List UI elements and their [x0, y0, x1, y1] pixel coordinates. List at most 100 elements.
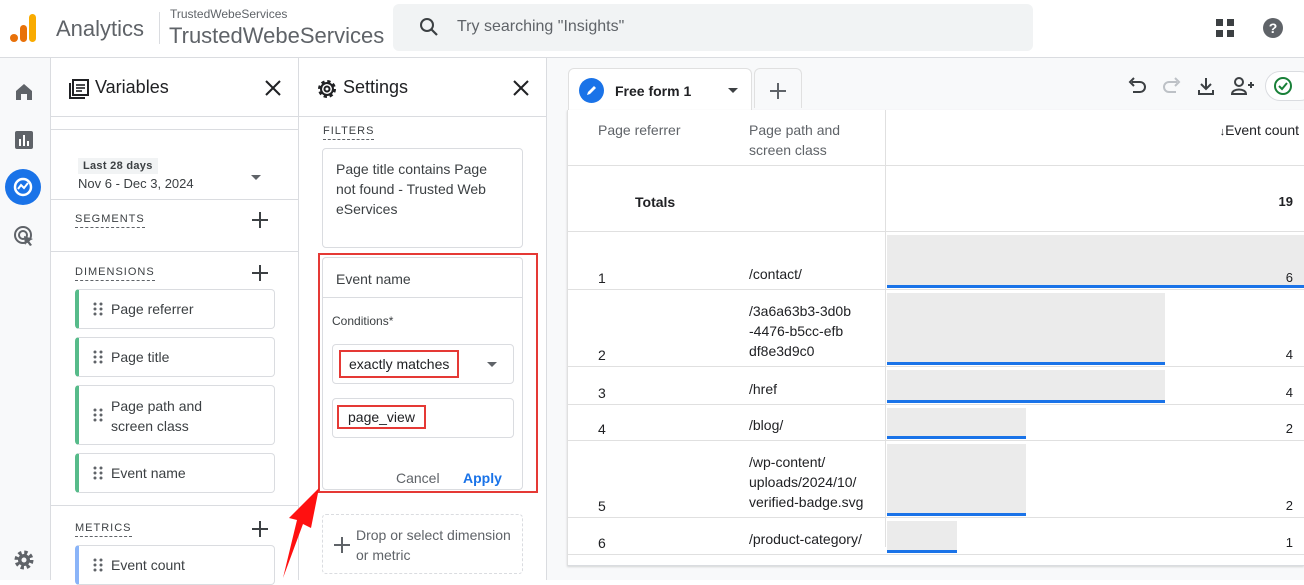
segments-label: SEGMENTS — [75, 213, 145, 228]
divider — [51, 117, 298, 130]
apply-button[interactable]: Apply — [463, 470, 502, 486]
settings-panel: Settings FILTERS Page title contains Pag… — [299, 58, 547, 580]
existing-filter-chip[interactable]: Page title contains Page not found - Tru… — [322, 148, 523, 248]
condition-value: page_view — [337, 405, 426, 429]
dimension-chip-page-referrer[interactable]: Page referrer — [75, 289, 275, 329]
table-row[interactable]: 3/href 4 — [568, 368, 1304, 405]
page-path-cell: /3a6a63b3-3d0b -4476-b5cc-efb df8e3d9c0 — [749, 303, 851, 359]
share-add-user-icon[interactable] — [1230, 75, 1256, 97]
date-range-picker[interactable]: Last 28 days Nov 6 - Dec 3, 2024 — [51, 130, 298, 200]
account-name[interactable]: TrustedWebeServices — [170, 7, 287, 21]
redo-icon[interactable] — [1161, 75, 1183, 97]
value-bar — [887, 370, 1165, 403]
condition-operator-select[interactable]: exactly matches — [332, 344, 514, 384]
drop-dimension-or-metric-zone[interactable]: Drop or select dimension or metric — [322, 514, 523, 574]
variables-icon — [69, 79, 89, 99]
edit-pencil-icon[interactable] — [579, 78, 604, 103]
dimension-label: Page title — [111, 349, 170, 365]
value-bar — [887, 235, 1304, 288]
advertising-icon[interactable] — [12, 224, 36, 248]
page-path-cell: /blog/ — [749, 417, 784, 433]
top-bar: Analytics TrustedWebeServices TrustedWeb… — [0, 0, 1304, 58]
dimensions-label: DIMENSIONS — [75, 266, 155, 281]
condition-value-input[interactable]: page_view — [332, 398, 514, 438]
dimensions-section: DIMENSIONS Page referrer Page title Page… — [51, 253, 298, 506]
metric-chip-event-count[interactable]: Event count — [75, 545, 275, 585]
add-metric-plus-icon[interactable] — [252, 521, 268, 537]
close-icon[interactable] — [510, 77, 532, 99]
totals-value: 19 — [1278, 194, 1293, 209]
status-pill[interactable] — [1265, 71, 1304, 101]
plus-icon — [770, 83, 786, 99]
admin-gear-icon[interactable] — [12, 548, 36, 572]
help-icon[interactable]: ? — [1262, 17, 1284, 39]
conditions-label: Conditions* — [332, 314, 394, 328]
drag-handle-icon[interactable] — [93, 558, 103, 572]
tab-label: Free form 1 — [615, 83, 692, 99]
metric-header-label: Event count — [1225, 122, 1299, 138]
drag-handle-icon[interactable] — [93, 466, 103, 480]
reports-icon[interactable] — [12, 128, 36, 152]
analytics-logo-icon[interactable] — [9, 13, 37, 43]
row-index: 6 — [598, 535, 606, 551]
drop-label: Drop or select dimension or metric — [356, 527, 511, 563]
dimension-chip-page-title[interactable]: Page title — [75, 337, 275, 377]
event-count-cell: 4 — [1285, 385, 1293, 400]
undo-icon[interactable] — [1126, 75, 1148, 97]
home-icon[interactable] — [12, 80, 36, 104]
totals-label: Totals — [635, 194, 676, 210]
add-tab-button[interactable] — [754, 68, 802, 108]
dimension-chip-page-path[interactable]: Page path and screen class — [75, 385, 275, 445]
page-path-cell: /href — [749, 381, 778, 397]
value-bar — [887, 293, 1165, 365]
close-icon[interactable] — [262, 77, 284, 99]
table-row[interactable]: 4/blog/2 — [568, 406, 1304, 441]
settings-header: Settings — [299, 58, 546, 117]
chevron-down-icon[interactable] — [251, 175, 261, 180]
table-header: Page referrer Page path and screen class… — [568, 110, 1304, 166]
value-bar — [887, 521, 957, 553]
value-bar — [887, 444, 1026, 516]
metric-label: Event count — [111, 557, 185, 573]
table-row[interactable]: 2/3a6a63b3-3d0b -4476-b5cc-efb df8e3d9c0 4 — [568, 291, 1304, 367]
explore-nav-button[interactable] — [5, 169, 41, 205]
event-count-cell: 2 — [1285, 498, 1293, 513]
drag-handle-icon[interactable] — [93, 350, 103, 364]
value-bar — [887, 408, 1026, 439]
download-icon[interactable] — [1195, 75, 1217, 97]
settings-gear-icon — [318, 80, 336, 98]
cancel-button[interactable]: Cancel — [396, 470, 440, 486]
filter-condition-card: Event name Conditions* exactly matches p… — [322, 257, 523, 490]
search-icon — [420, 18, 438, 36]
drag-handle-icon[interactable] — [93, 302, 103, 316]
search-bar[interactable]: Try searching "Insights" — [393, 4, 1033, 51]
drag-handle-icon[interactable] — [93, 408, 103, 422]
column-header-event-count[interactable]: ↓Event count — [1220, 120, 1299, 142]
table-row[interactable]: 1/contact/6 — [568, 233, 1304, 290]
search-placeholder: Try searching "Insights" — [457, 18, 625, 35]
chevron-down-icon[interactable] — [728, 88, 738, 93]
apps-grid-icon[interactable] — [1215, 18, 1235, 38]
row-index: 2 — [598, 347, 606, 363]
column-header-page-path[interactable]: Page path and screen class — [749, 120, 859, 160]
page-path-cell: /contact/ — [749, 266, 802, 282]
page-path-cell: /product-category/ — [749, 531, 862, 547]
metrics-label: METRICS — [75, 522, 132, 537]
exploration-canvas: Free form 1 Page referrer Page path and … — [547, 58, 1304, 580]
tab-free-form-1[interactable]: Free form 1 — [568, 68, 752, 110]
event-count-cell: 1 — [1285, 535, 1293, 550]
chevron-down-icon[interactable] — [487, 362, 497, 367]
add-dimension-plus-icon[interactable] — [252, 265, 268, 281]
row-index: 4 — [598, 421, 606, 437]
svg-text:?: ? — [1269, 20, 1278, 36]
variables-panel: Variables Last 28 days Nov 6 - Dec 3, 20… — [51, 58, 299, 585]
metrics-section: METRICS Event count — [51, 507, 298, 585]
explore-icon — [13, 177, 33, 197]
table-row[interactable]: 5/wp-content/uploads/2024/10/verified-ba… — [568, 442, 1304, 518]
dimension-chip-event-name[interactable]: Event name — [75, 453, 275, 493]
add-segment-plus-icon[interactable] — [252, 212, 268, 228]
dimension-label: Event name — [111, 465, 186, 481]
column-header-page-referrer[interactable]: Page referrer — [598, 120, 680, 140]
table-row[interactable]: 6/product-category/1 — [568, 519, 1304, 555]
property-name[interactable]: TrustedWebeServices — [169, 23, 384, 49]
